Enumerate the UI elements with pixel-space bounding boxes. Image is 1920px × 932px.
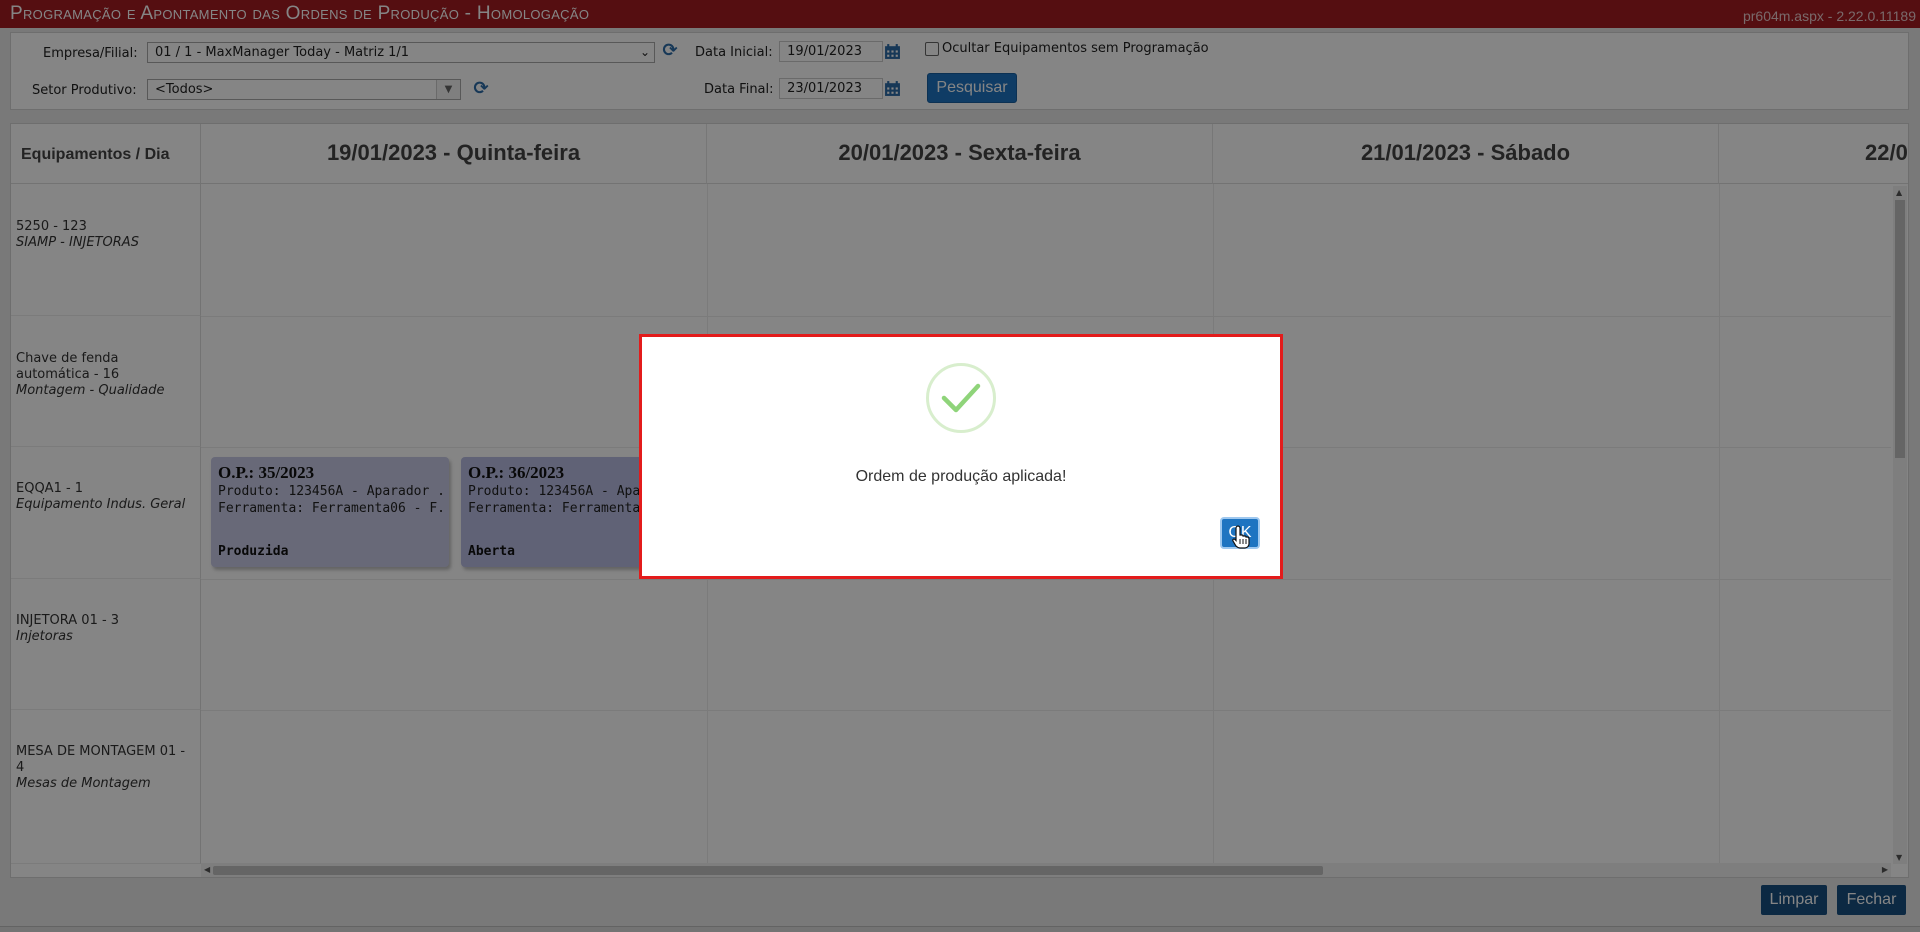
page: Programação e Apontamento das Ordens de … (0, 0, 1920, 932)
hand-cursor-icon (1232, 525, 1250, 549)
success-dialog: Ordem de produção aplicada! OK (639, 334, 1283, 579)
dialog-message: Ordem de produção aplicada! (855, 468, 1067, 485)
check-icon (941, 383, 981, 413)
success-icon-ring (926, 363, 996, 433)
